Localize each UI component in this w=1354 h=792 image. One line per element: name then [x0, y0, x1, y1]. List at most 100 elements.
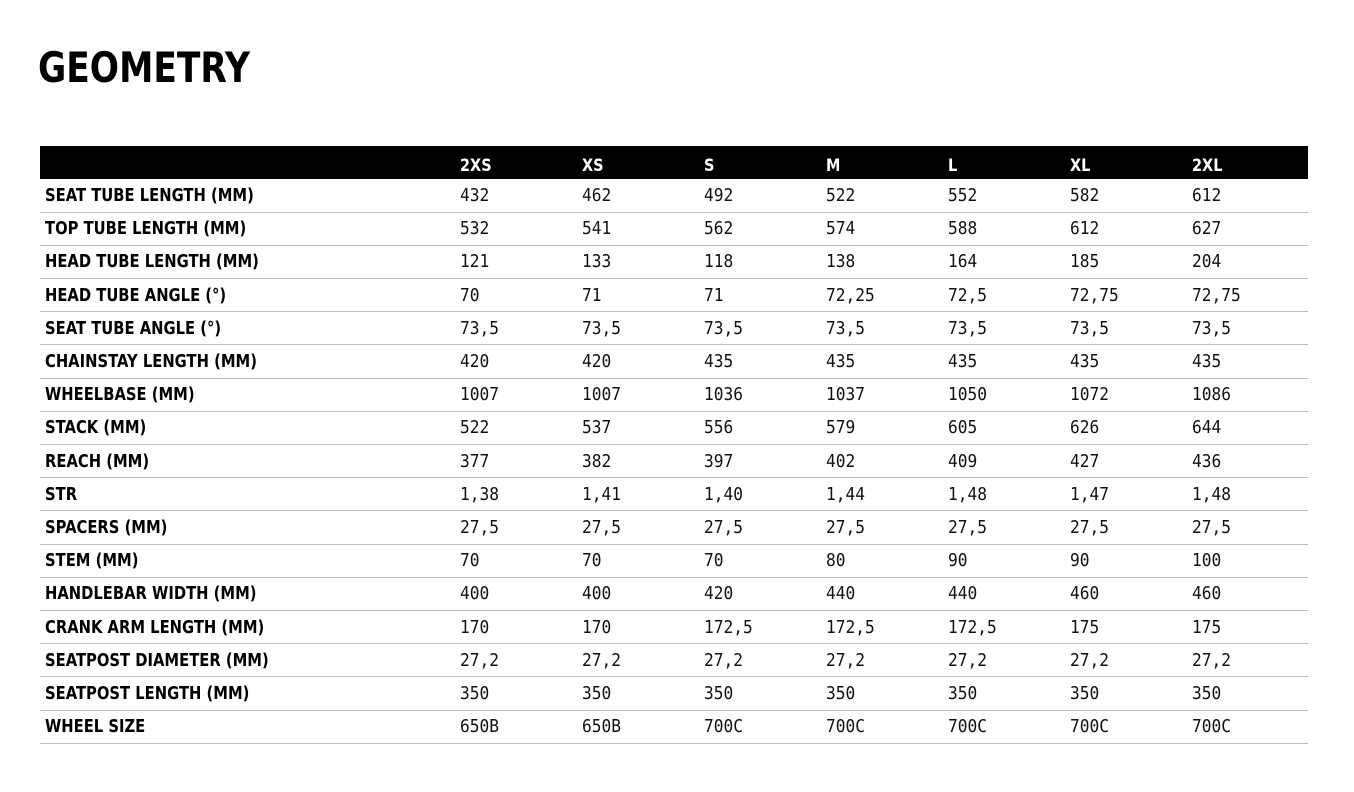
- row-label-text: HANDLEBAR WIDTH (MM): [45, 583, 257, 605]
- cell-value-text: 382: [582, 450, 612, 472]
- cell-value-text: 73,5: [1070, 317, 1110, 339]
- row-label: HEAD TUBE LENGTH (MM): [40, 245, 455, 278]
- column-header-size: L: [943, 146, 1065, 179]
- cell-value: 27,5: [821, 511, 943, 544]
- cell-value: 27,5: [699, 511, 821, 544]
- cell-value-text: 350: [1070, 682, 1100, 704]
- cell-value-text: 402: [826, 450, 856, 472]
- cell-value-text: 1,40: [704, 483, 744, 505]
- column-header-size: 2XS: [455, 146, 577, 179]
- cell-value: 440: [943, 577, 1065, 610]
- cell-value: 700C: [1065, 710, 1187, 743]
- cell-value-text: 460: [1192, 583, 1222, 605]
- cell-value: 462: [577, 179, 699, 212]
- row-label: CHAINSTAY LENGTH (MM): [40, 345, 455, 378]
- cell-value: 27,2: [943, 644, 1065, 677]
- cell-value: 522: [455, 411, 577, 444]
- cell-value-text: 1,41: [582, 483, 622, 505]
- cell-value-text: 133: [582, 251, 612, 273]
- cell-value: 73,5: [1065, 312, 1187, 345]
- cell-value-text: 1,44: [826, 483, 866, 505]
- row-label-text: STR: [45, 483, 78, 505]
- cell-value: 27,2: [821, 644, 943, 677]
- column-header-label: XS: [582, 155, 604, 176]
- cell-value: 204: [1187, 245, 1308, 278]
- cell-value-text: 72,5: [948, 284, 988, 306]
- cell-value-text: 1036: [704, 384, 744, 406]
- cell-value: 492: [699, 179, 821, 212]
- cell-value-text: 73,5: [1192, 317, 1232, 339]
- cell-value-text: 71: [704, 284, 724, 306]
- cell-value: 185: [1065, 245, 1187, 278]
- row-label: STACK (MM): [40, 411, 455, 444]
- cell-value: 350: [1187, 677, 1308, 710]
- cell-value-text: 70: [582, 550, 602, 572]
- cell-value-text: 440: [948, 583, 978, 605]
- cell-value-text: 1,38: [460, 483, 500, 505]
- table-row: SEAT TUBE ANGLE (°) 73,5 73,5 73,5 73,5 73,5 7…: [40, 312, 1308, 345]
- cell-value-text: 27,5: [948, 516, 988, 538]
- cell-value-text: 612: [1070, 218, 1100, 240]
- cell-value-text: 440: [826, 583, 856, 605]
- cell-value: 27,2: [1065, 644, 1187, 677]
- cell-value: 27,2: [455, 644, 577, 677]
- cell-value: 175: [1187, 610, 1308, 643]
- cell-value: 27,2: [577, 644, 699, 677]
- cell-value: 172,5: [943, 610, 1065, 643]
- cell-value: 556: [699, 411, 821, 444]
- cell-value-text: 73,5: [826, 317, 866, 339]
- cell-value: 72,75: [1187, 279, 1308, 312]
- column-header-size: S: [699, 146, 821, 179]
- cell-value-text: 1,48: [1192, 483, 1232, 505]
- row-label-text: STEM (MM): [45, 550, 139, 572]
- cell-value: 1,38: [455, 478, 577, 511]
- column-header-label: M: [826, 155, 841, 176]
- cell-value: 27,5: [455, 511, 577, 544]
- column-header-size: XS: [577, 146, 699, 179]
- column-header-parameter: [40, 146, 455, 179]
- cell-value: 1,40: [699, 478, 821, 511]
- cell-value-text: 70: [704, 550, 724, 572]
- cell-value: 579: [821, 411, 943, 444]
- cell-value-text: 700C: [1070, 716, 1110, 738]
- cell-value: 409: [943, 445, 1065, 478]
- cell-value: 420: [699, 577, 821, 610]
- cell-value-text: 420: [460, 351, 490, 373]
- cell-value-text: 27,2: [704, 649, 744, 671]
- row-label-text: SPACERS (MM): [45, 516, 168, 538]
- cell-value: 175: [1065, 610, 1187, 643]
- row-label: SEATPOST LENGTH (MM): [40, 677, 455, 710]
- cell-value: 70: [455, 279, 577, 312]
- cell-value: 27,2: [1187, 644, 1308, 677]
- row-label-text: CRANK ARM LENGTH (MM): [45, 616, 265, 638]
- cell-value: 72,75: [1065, 279, 1187, 312]
- cell-value: 588: [943, 212, 1065, 245]
- cell-value-text: 556: [704, 417, 734, 439]
- cell-value: 435: [1065, 345, 1187, 378]
- cell-value: 121: [455, 245, 577, 278]
- cell-value: 27,5: [577, 511, 699, 544]
- cell-value-text: 700C: [826, 716, 866, 738]
- table-row: WHEELBASE (MM) 1007 1007 1036 1037 1050 1072 10…: [40, 378, 1308, 412]
- cell-value-text: 170: [460, 616, 490, 638]
- cell-value-text: 562: [704, 218, 734, 240]
- table-row: TOP TUBE LENGTH (MM) 532 541 562 574 588 612 62…: [40, 212, 1308, 246]
- cell-value-text: 350: [826, 682, 856, 704]
- cell-value: 532: [455, 212, 577, 245]
- cell-value: 382: [577, 445, 699, 478]
- table-row: SEATPOST LENGTH (MM) 350 350 350 350 350 350 35…: [40, 677, 1308, 710]
- cell-value-text: 1072: [1070, 384, 1110, 406]
- cell-value-text: 72,75: [1192, 284, 1241, 306]
- cell-value: 350: [1065, 677, 1187, 710]
- cell-value: 700C: [699, 710, 821, 743]
- cell-value: 427: [1065, 445, 1187, 478]
- cell-value: 90: [1065, 544, 1187, 577]
- table-row: CHAINSTAY LENGTH (MM) 420 420 435 435 435 435 4…: [40, 345, 1308, 379]
- table-row: REACH (MM) 377 382 397 402 409 427 436: [40, 445, 1308, 478]
- cell-value-text: 522: [460, 417, 490, 439]
- cell-value-text: 27,2: [948, 649, 988, 671]
- row-label-text: STACK (MM): [45, 417, 147, 439]
- cell-value: 460: [1187, 577, 1308, 610]
- cell-value-text: 462: [582, 184, 612, 206]
- cell-value: 1007: [455, 378, 577, 411]
